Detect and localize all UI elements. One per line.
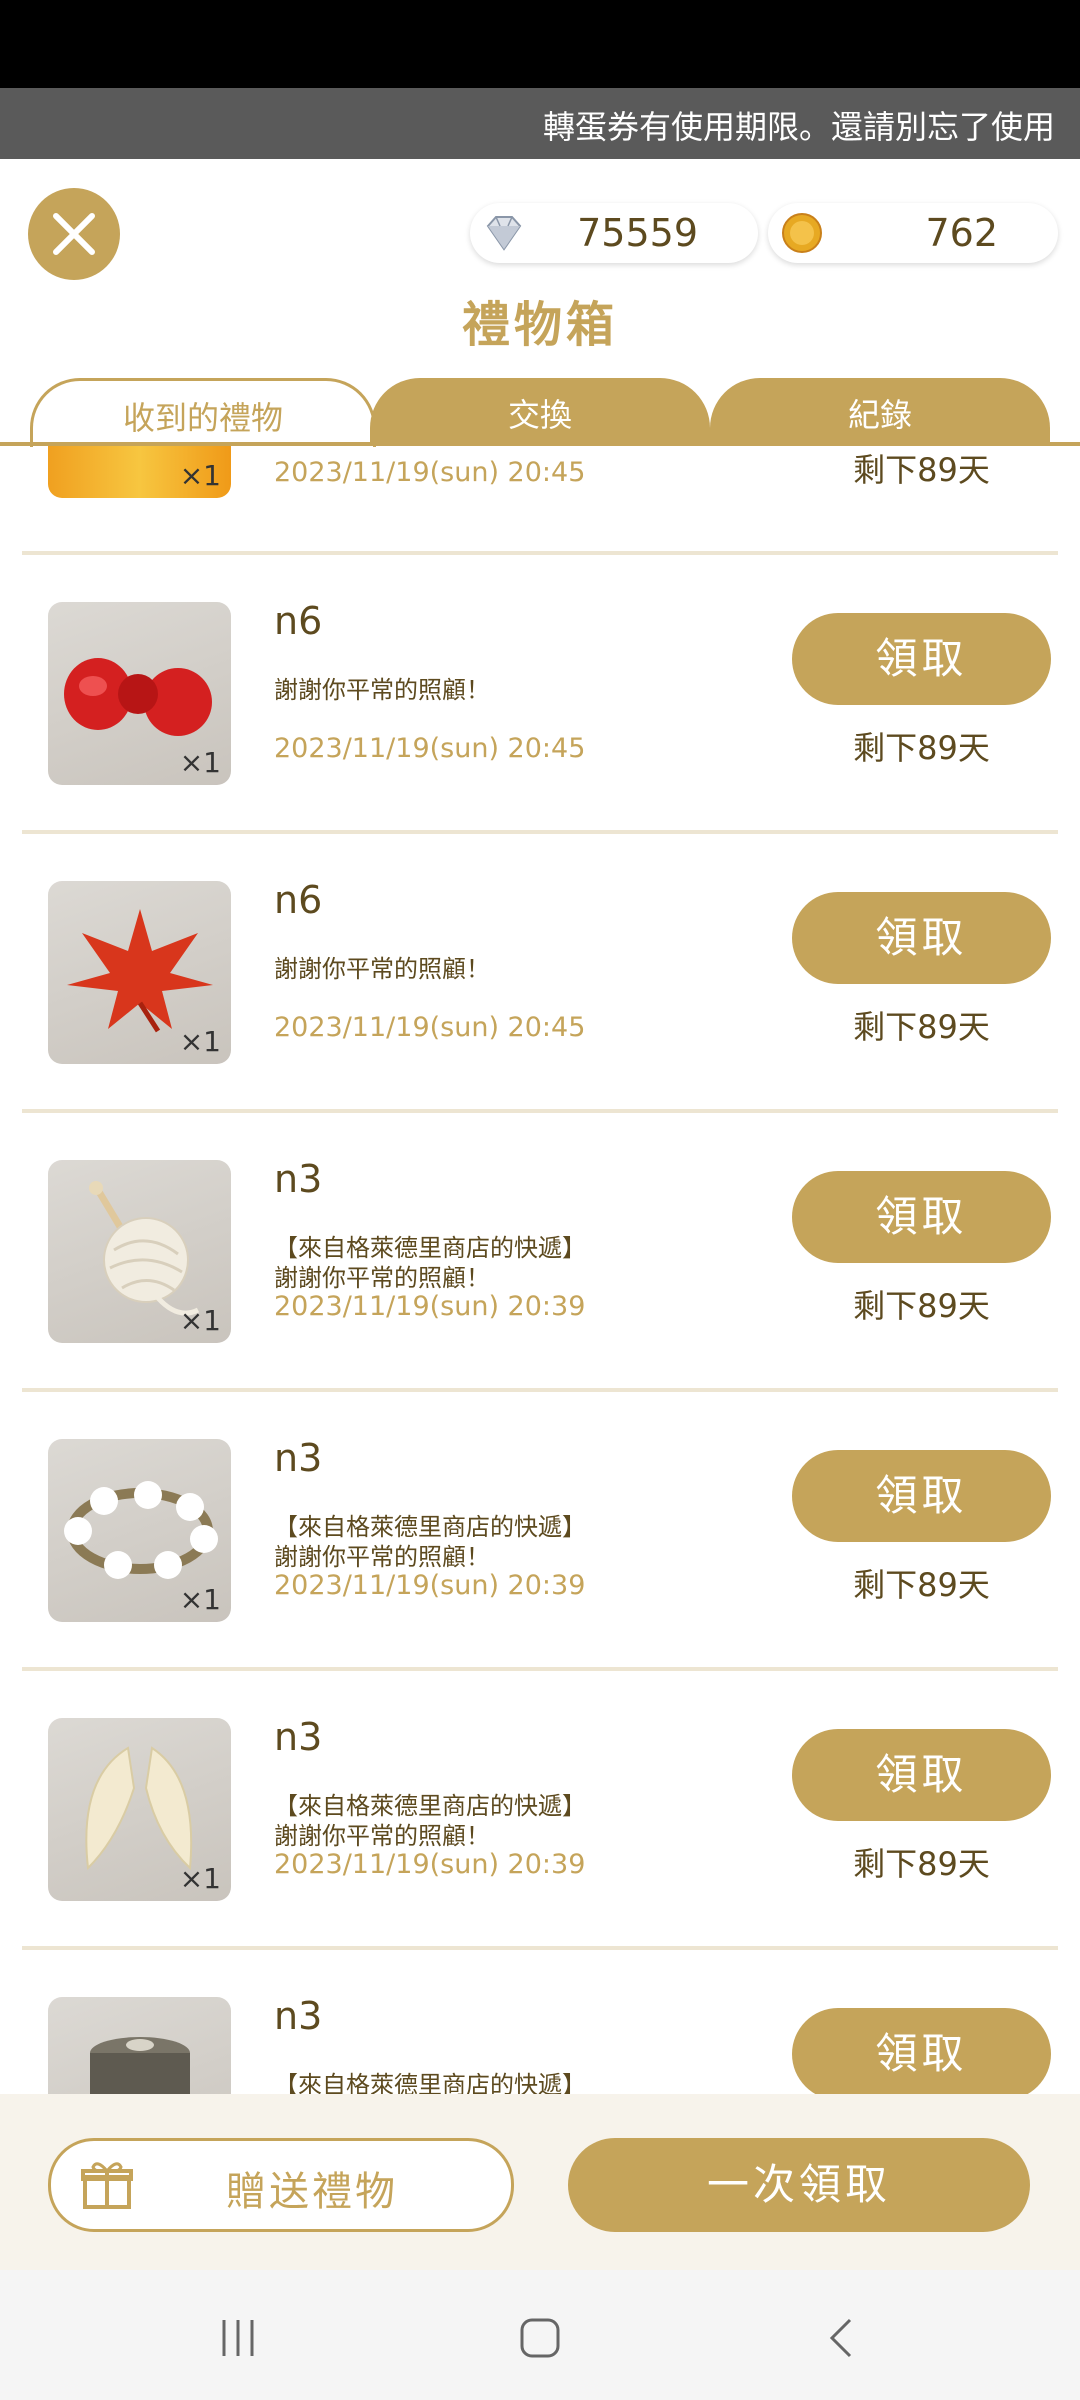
tab-exchange[interactable]: 交換	[370, 378, 710, 444]
item-message: 謝謝你平常的照顧！	[274, 955, 490, 983]
gift-list[interactable]: ×1 2023/11/19(sun) 20:45 剩下89天 ×1 n6 謝謝你…	[0, 446, 1080, 2094]
item-remaining: 剩下89天	[853, 1008, 990, 1046]
item-thumbnail: ×1	[48, 881, 231, 1064]
item-thumbnail: ×1	[48, 602, 231, 785]
back-icon[interactable]	[820, 2316, 864, 2360]
claim-button[interactable]: 領取	[792, 892, 1051, 984]
close-icon	[53, 213, 95, 255]
item-message: 【來自格萊德里商店的快遞】 謝謝你平常的照顧！	[274, 1513, 586, 1571]
item-message: 【來自格萊德里商店的快遞】	[274, 2071, 586, 2094]
gift-list-item: ×1 n3 【來自格萊德里商店的快遞】 謝謝你平常的照顧！ 2023/11/19…	[0, 1671, 1080, 1950]
claim-button[interactable]: 領取	[792, 613, 1051, 705]
item-date: 2023/11/19(sun) 20:39	[274, 1291, 586, 1322]
gift-box-icon	[81, 2162, 133, 2209]
fire-item-thumbnail: ×1	[48, 446, 231, 498]
coin-balance: 762	[768, 203, 1058, 263]
item-quantity: ×1	[179, 1025, 221, 1058]
diamond-icon	[486, 216, 522, 251]
recent-apps-icon[interactable]	[216, 2316, 260, 2360]
gift-list-item: ×1 n6 謝謝你平常的照顧！ 2023/11/19(sun) 20:45 領取…	[0, 834, 1080, 1113]
claim-button[interactable]: 領取	[792, 1171, 1051, 1263]
gift-list-item: ×1 n6 謝謝你平常的照顧！ 2023/11/19(sun) 20:45 領取…	[0, 555, 1080, 834]
item-message: 【來自格萊德里商店的快遞】 謝謝你平常的照顧！	[274, 1792, 586, 1850]
item-quantity: ×1	[179, 1304, 221, 1337]
item-thumbnail: ×1	[48, 1160, 231, 1343]
item-sender: n6	[274, 599, 323, 643]
item-date: 2023/11/19(sun) 20:45	[274, 457, 586, 488]
announcement-ticker: 轉蛋券有使用期限。還請別忘了使用	[0, 88, 1080, 159]
item-remaining: 剩下89天	[853, 451, 990, 489]
item-remaining: 剩下89天	[853, 1845, 990, 1883]
item-thumbnail: ×1	[48, 1718, 231, 1901]
tab-received-gifts[interactable]: 收到的禮物	[30, 378, 376, 447]
item-quantity: ×1	[179, 459, 221, 492]
home-icon[interactable]	[518, 2316, 562, 2360]
gift-list-item: ×1 n3 【來自格萊德里商店的快遞】 謝謝你平常的照顧！ 2023/11/19…	[0, 1392, 1080, 1671]
close-button[interactable]	[28, 188, 120, 280]
gift-list-item: n3 【來自格萊德里商店的快遞】 領取	[0, 1950, 1080, 2094]
item-message: 謝謝你平常的照顧！	[274, 676, 490, 704]
item-sender: n3	[274, 1994, 323, 2038]
claim-button[interactable]: 領取	[792, 1450, 1051, 1542]
claim-all-button[interactable]: 一次領取	[568, 2138, 1030, 2232]
send-gift-button[interactable]: 贈送禮物	[48, 2138, 514, 2232]
ticker-text: 轉蛋券有使用期限。還請別忘了使用	[543, 108, 1056, 146]
item-thumbnail: ×1	[48, 1439, 231, 1622]
coin-count: 762	[925, 211, 998, 255]
item-date: 2023/11/19(sun) 20:45	[274, 733, 586, 764]
page-title: 禮物箱	[461, 297, 618, 353]
item-date: 2023/11/19(sun) 20:39	[274, 1849, 586, 1880]
footer-bar: 贈送禮物 一次領取	[0, 2094, 1080, 2270]
claim-button[interactable]: 領取	[792, 1729, 1051, 1821]
send-gift-label: 贈送禮物	[226, 2169, 398, 2215]
gift-list-item: ×1 2023/11/19(sun) 20:45 剩下89天	[0, 446, 1080, 546]
coin-icon	[782, 213, 822, 253]
item-message: 【來自格萊德里商店的快遞】 謝謝你平常的照顧！	[274, 1234, 586, 1292]
item-remaining: 剩下89天	[853, 1287, 990, 1325]
item-quantity: ×1	[179, 1583, 221, 1616]
status-bar	[0, 0, 1080, 88]
item-remaining: 剩下89天	[853, 1566, 990, 1604]
system-nav-bar	[0, 2270, 1080, 2400]
item-quantity: ×1	[179, 746, 221, 779]
item-quantity: ×1	[179, 1862, 221, 1895]
item-remaining: 剩下89天	[853, 729, 990, 767]
tab-history[interactable]: 紀錄	[710, 378, 1050, 444]
item-date: 2023/11/19(sun) 20:39	[274, 1570, 586, 1601]
item-sender: n3	[274, 1157, 323, 1201]
claim-button[interactable]: 領取	[792, 2008, 1051, 2094]
item-thumbnail	[48, 1997, 231, 2094]
diamond-count: 75559	[577, 211, 698, 255]
item-sender: n3	[274, 1715, 323, 1759]
item-date: 2023/11/19(sun) 20:45	[274, 1012, 586, 1043]
gift-list-item: ×1 n3 【來自格萊德里商店的快遞】 謝謝你平常的照顧！ 2023/11/19…	[0, 1113, 1080, 1392]
diamond-balance: 75559	[470, 203, 758, 263]
item-sender: n6	[274, 878, 323, 922]
item-sender: n3	[274, 1436, 323, 1480]
pot-icon	[90, 2037, 190, 2094]
